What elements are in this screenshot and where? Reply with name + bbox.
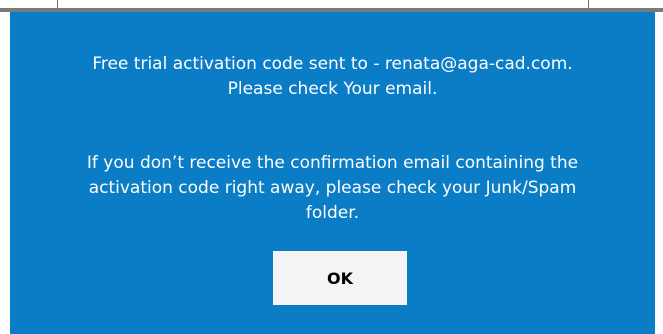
message-line: folder. [305, 203, 360, 223]
message-line: Please check Your email. [227, 79, 438, 99]
screen: Free trial activation code sent to - ren… [0, 0, 663, 334]
message-line: activation code right away, please check… [88, 178, 577, 198]
divider-line [57, 0, 58, 8]
window-right-edge [655, 12, 663, 334]
confirmation-message: Free trial activation code sent to - ren… [10, 52, 655, 102]
ok-button[interactable]: OK [273, 251, 407, 305]
message-line: Free trial activation code sent to - ren… [92, 54, 573, 74]
divider-line [588, 0, 589, 8]
junk-spam-message: If you don’t receive the confirmation em… [10, 151, 655, 226]
activation-dialog: Free trial activation code sent to - ren… [10, 12, 655, 334]
message-line: If you don’t receive the confirmation em… [86, 153, 579, 173]
